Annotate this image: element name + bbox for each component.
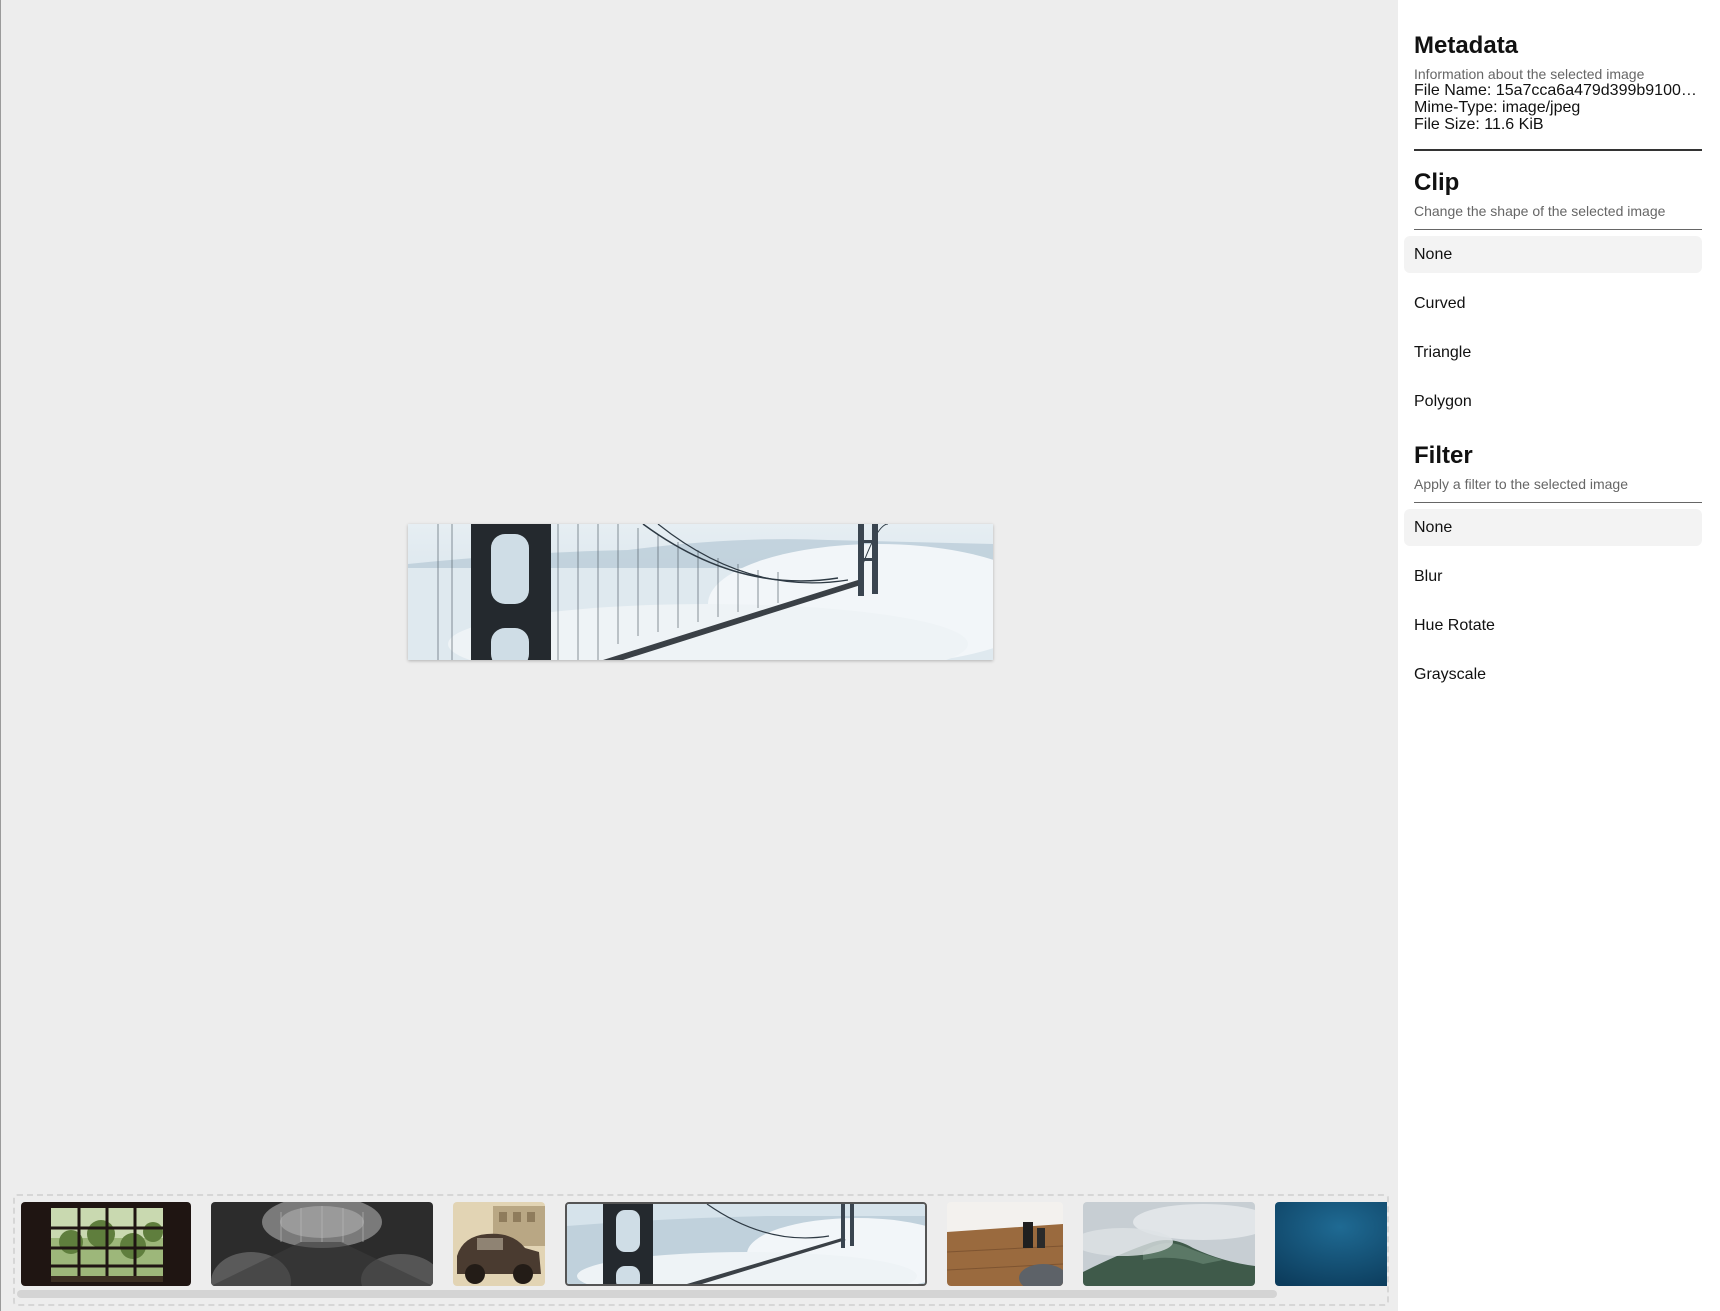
thumbnail-desk-coffee[interactable] xyxy=(947,1202,1063,1286)
metadata-description: Information about the selected image xyxy=(1414,66,1645,82)
filter-description: Apply a filter to the selected image xyxy=(1414,476,1629,492)
editor-canvas xyxy=(0,0,1398,1311)
clip-section: Clip Change the shape of the selected im… xyxy=(1404,169,1702,420)
columns-image xyxy=(211,1202,433,1286)
image-editor-app: Metadata Information about the selected … xyxy=(0,0,1720,1311)
inspector-sidebar: Metadata Information about the selected … xyxy=(1398,0,1720,1311)
file-name: File Name: 15a7cca6a479d399b9100… xyxy=(1414,82,1697,99)
window-trees-image xyxy=(21,1202,191,1286)
filter-option-grayscale[interactable]: Grayscale xyxy=(1404,656,1702,693)
thumbnail-vintage-car[interactable] xyxy=(453,1202,545,1286)
filter-option-blur[interactable]: Blur xyxy=(1404,558,1702,595)
thumbnail-window-trees[interactable] xyxy=(21,1202,191,1286)
filter-title: Filter xyxy=(1414,442,1473,469)
thumbnail-strip[interactable] xyxy=(13,1194,1389,1306)
file-size: File Size: 11.6 KiB xyxy=(1414,116,1544,133)
thumbnail-columns[interactable] xyxy=(211,1202,433,1286)
desk-coffee-image xyxy=(947,1202,1063,1286)
clip-option-polygon[interactable]: Polygon xyxy=(1404,383,1702,420)
filter-option-none[interactable]: None xyxy=(1404,509,1702,546)
misty-mountain-image xyxy=(1083,1202,1255,1286)
bridge-thumb-image xyxy=(567,1204,925,1284)
selected-image-preview[interactable] xyxy=(408,524,993,660)
clip-description: Change the shape of the selected image xyxy=(1414,203,1666,219)
clip-option-curved[interactable]: Curved xyxy=(1404,285,1702,322)
thumbnail-misty-mountain[interactable] xyxy=(1083,1202,1255,1286)
vintage-car-image xyxy=(453,1202,545,1286)
bridge-image xyxy=(408,524,993,660)
thumbnail-scrollbar[interactable] xyxy=(17,1290,1277,1298)
filter-section: Filter Apply a filter to the selected im… xyxy=(1404,442,1702,693)
filter-divider xyxy=(1414,502,1702,503)
mime-type: Mime-Type: image/jpeg xyxy=(1414,99,1581,116)
thumbnail-bridge[interactable] xyxy=(565,1202,927,1286)
clip-title: Clip xyxy=(1414,169,1460,196)
metadata-divider xyxy=(1414,149,1702,151)
deep-water-image xyxy=(1275,1202,1387,1286)
filter-option-hue-rotate[interactable]: Hue Rotate xyxy=(1404,607,1702,644)
metadata-section: Metadata Information about the selected … xyxy=(1414,32,1702,151)
clip-option-triangle[interactable]: Triangle xyxy=(1404,334,1702,371)
clip-divider xyxy=(1414,229,1702,230)
thumbnail-list xyxy=(21,1202,1387,1286)
metadata-title: Metadata xyxy=(1414,32,1519,59)
thumbnail-deep-water[interactable] xyxy=(1275,1202,1387,1286)
clip-option-none[interactable]: None xyxy=(1404,236,1702,273)
